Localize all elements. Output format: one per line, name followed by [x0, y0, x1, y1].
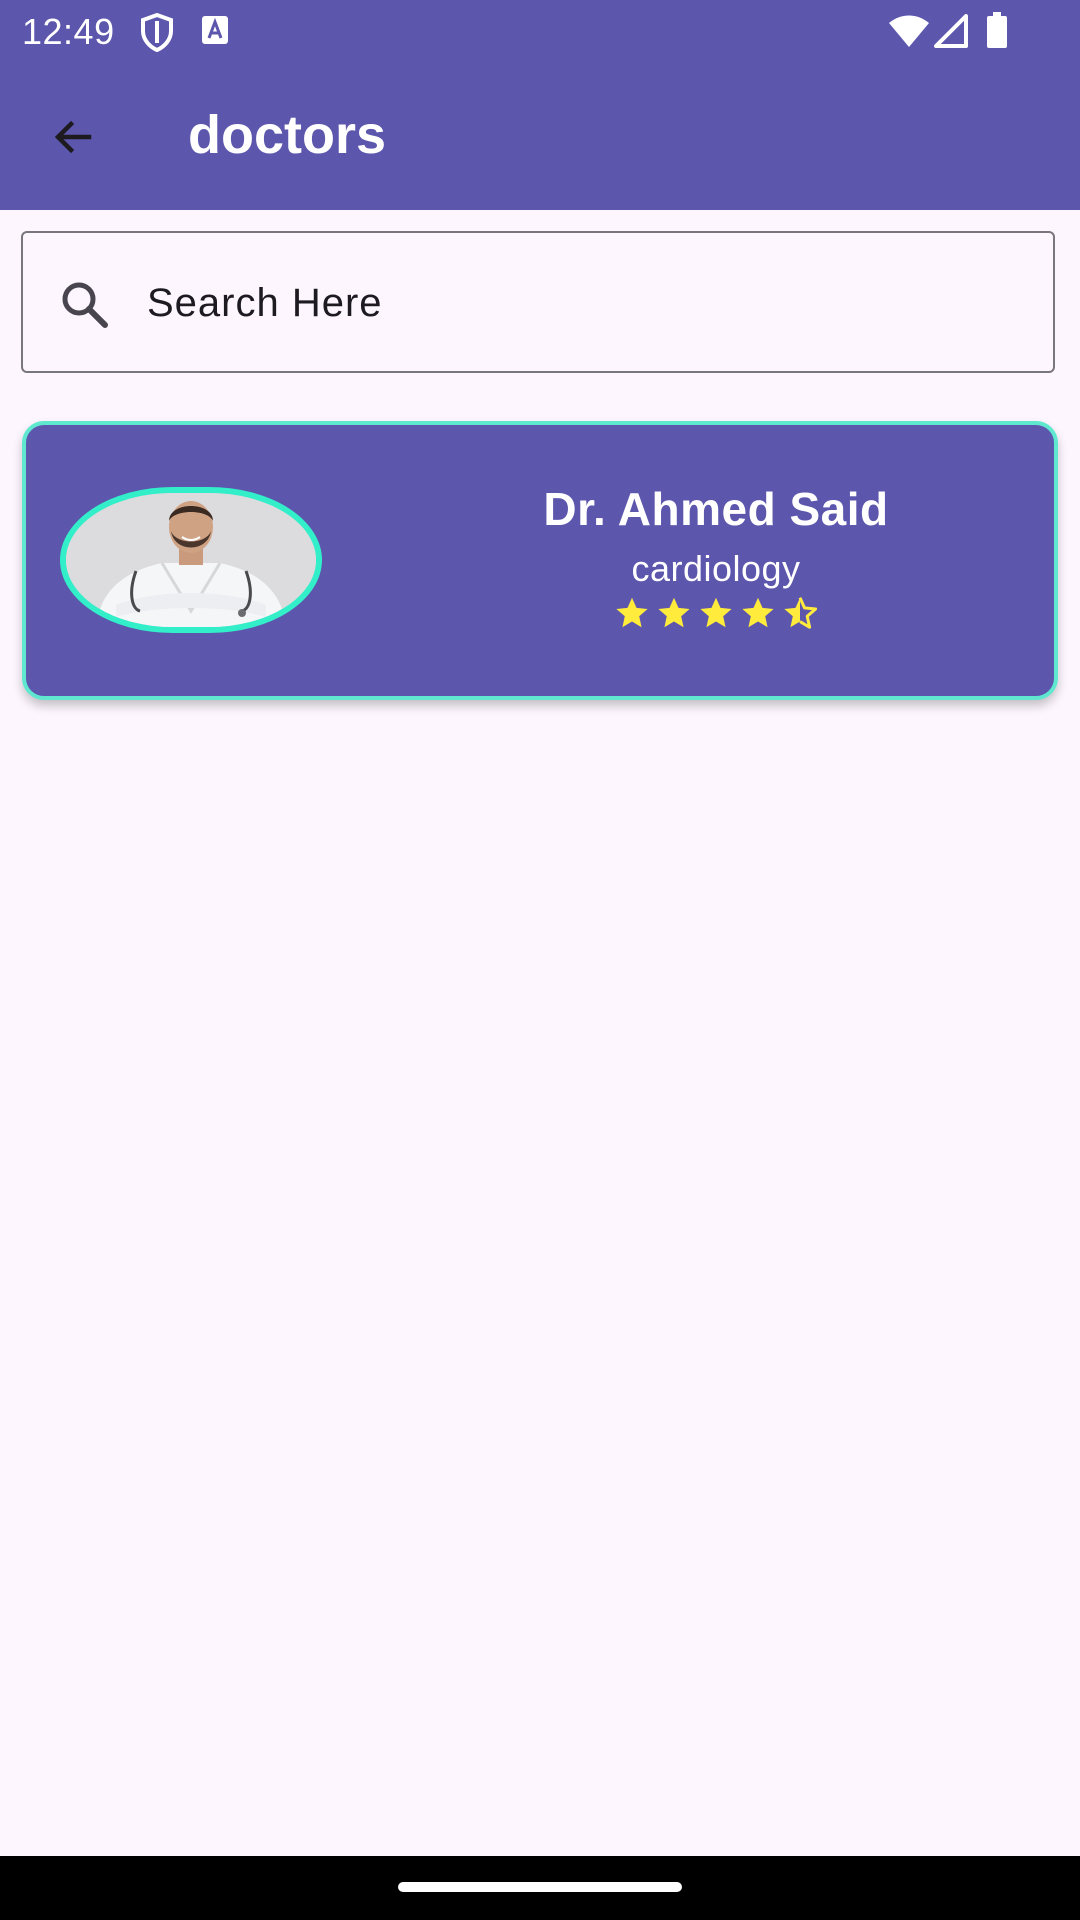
- status-time: 12:49: [22, 11, 115, 52]
- home-indicator[interactable]: [398, 1882, 682, 1892]
- search-input[interactable]: [147, 268, 1007, 338]
- wifi-icon: [889, 15, 929, 47]
- search-icon: [62, 282, 108, 328]
- a-badge-icon: [202, 16, 228, 44]
- doctor-avatar-image: [66, 493, 316, 627]
- doctor-card[interactable]: Dr. Ahmed Said cardiology: [22, 421, 1058, 700]
- doctor-specialty: cardiology: [631, 548, 801, 589]
- search-field[interactable]: [21, 231, 1055, 373]
- arrow-back-icon: [54, 120, 92, 154]
- page-title: doctors: [188, 105, 387, 165]
- doctor-photo: [60, 487, 322, 633]
- app-bar: doctors: [0, 64, 1080, 210]
- doctor-name: Dr. Ahmed Said: [543, 483, 889, 535]
- star-icon: [700, 597, 732, 628]
- battery-icon: [987, 12, 1007, 48]
- star-icon: [742, 597, 774, 628]
- back-button[interactable]: [36, 100, 110, 174]
- signal-icon: [934, 14, 968, 48]
- status-bar: 12:49: [0, 0, 1080, 64]
- rating-stars: [456, 595, 976, 631]
- star-icon: [616, 597, 648, 628]
- star-icon: [658, 597, 690, 628]
- shield-icon: [141, 12, 173, 52]
- system-nav-bar: [0, 1856, 1080, 1920]
- doctor-info: Dr. Ahmed Said cardiology: [456, 481, 976, 631]
- star-half-icon: [784, 597, 818, 629]
